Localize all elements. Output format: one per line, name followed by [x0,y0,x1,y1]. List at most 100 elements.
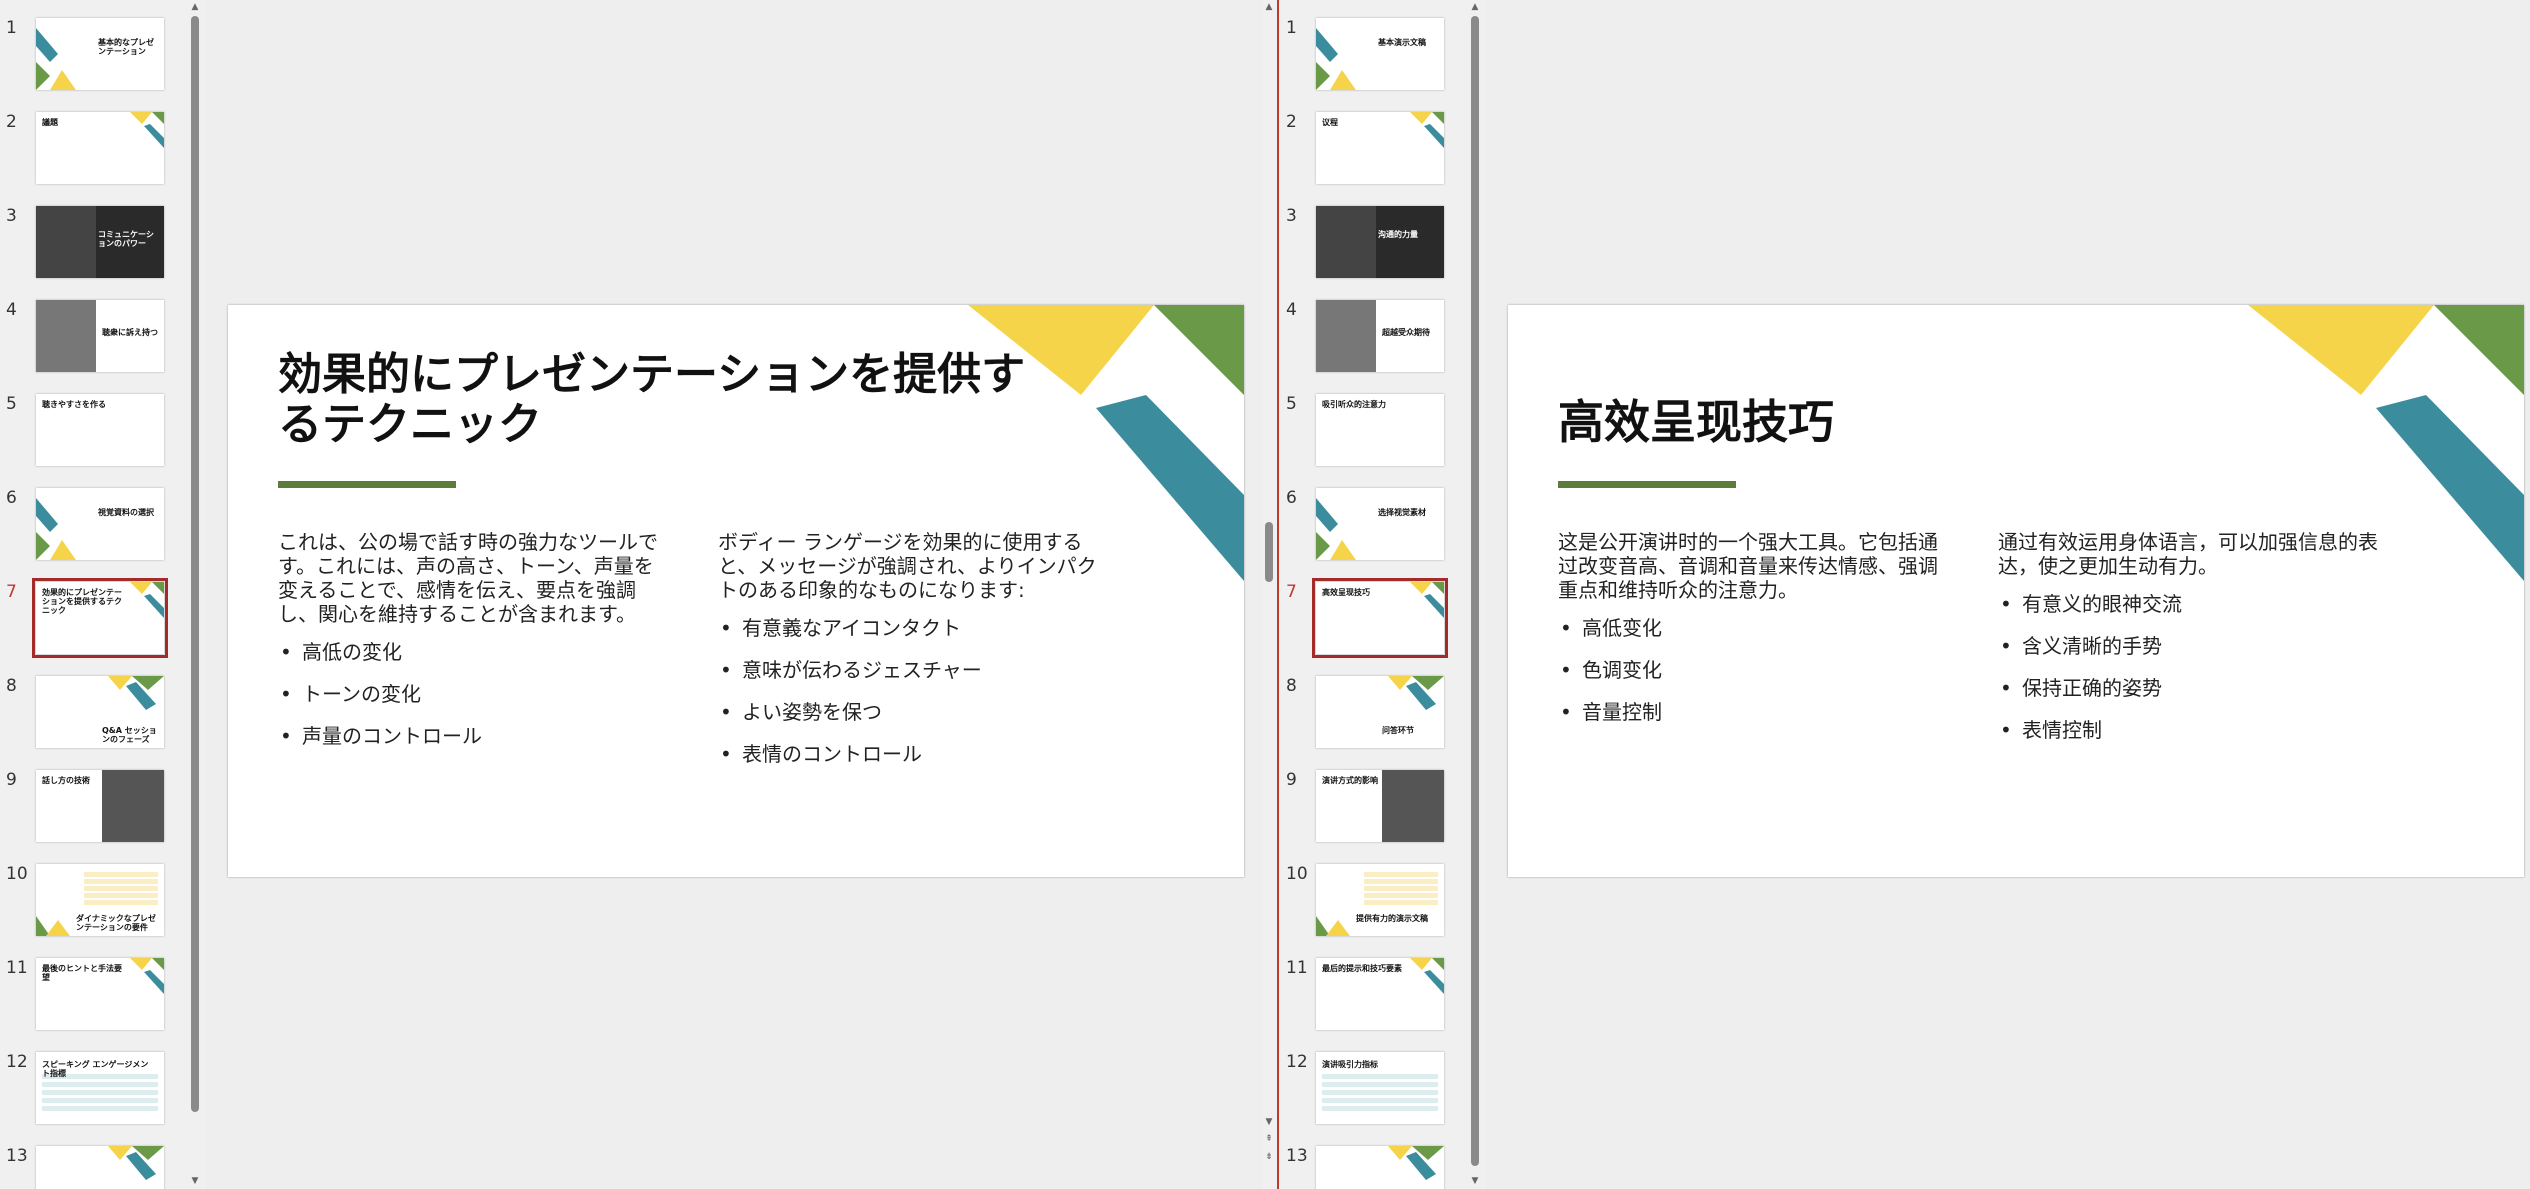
thumbnail-preview[interactable]: ありがとうございました [36,1146,164,1189]
next-slide-icon[interactable]: ⇟ [1262,1150,1276,1164]
slide-thumbnail-13[interactable]: 13 谢谢。 [1280,1146,1470,1189]
slide-thumbnail-6[interactable]: 6 視覚資料の選択 [0,488,190,568]
thumbnail-preview[interactable]: 谢谢。 [1316,1146,1444,1189]
green-triangle [1432,582,1444,594]
thumbnail-preview[interactable]: 議題 [36,112,164,184]
thumbnail-preview[interactable]: 问答环节 [1316,676,1444,748]
slide-thumbnail-4[interactable]: 4 聴衆に訴え持つ [0,300,190,380]
slide-thumbnail-7[interactable]: 7 効果的にプレゼンテーションを提供するテクニック [0,578,190,662]
thumbnail-preview[interactable]: Q&A セッションのフェーズ [36,676,164,748]
slide-thumbnail-3[interactable]: 3 コミュニケーションのパワー [0,206,190,286]
right-column-1[interactable]: 这是公开演讲时的一个强大工具。它包括通过改变音高、音调和音量来传达情感、强调重点… [1558,530,1948,742]
slide-thumbnail-10[interactable]: 10 ダイナミックなプレゼンテーションの要件 [0,864,190,944]
slide-number: 2 [6,112,17,132]
thumbnail-preview[interactable]: 効果的にプレゼンテーションを提供するテクニック [32,578,168,658]
slide-number: 11 [6,958,28,978]
teal-band [1096,395,1244,581]
slide-title[interactable]: 高效呈现技巧 [1558,395,2318,449]
thumbnail-preview[interactable]: 最后的提示和技巧要素 [1316,958,1444,1030]
teal-band [144,594,164,618]
thumbnail-preview[interactable]: 基本演示文稿 [1316,18,1444,90]
thumbnail-preview[interactable]: 基本的なプレゼンテーション [36,18,164,90]
scrollbar-thumb[interactable] [1471,16,1479,1166]
thumbnail-preview[interactable]: 提供有力的演示文稿 [1316,864,1444,936]
slide-thumbnail-8[interactable]: 8 问答环节 [1280,676,1470,756]
slide-thumbnail-2[interactable]: 2 議題 [0,112,190,192]
thumbnail-preview[interactable]: 最後のヒントと手法要望 [36,958,164,1030]
thumbnail-title: 超越受众期待 [1382,328,1430,337]
prev-slide-icon[interactable]: ⇞ [1262,1132,1276,1146]
slide-thumbnail-9[interactable]: 9 演讲方式的影响 [1280,770,1470,850]
scroll-down-icon[interactable]: ▼ [1262,1115,1276,1129]
slide-title[interactable]: 効果的にプレゼンテーションを提供するテクニック [278,350,1038,450]
scroll-up-icon[interactable]: ▲ [1468,0,1482,14]
slide-number: 7 [1286,582,1297,602]
thumbnail-preview[interactable]: 议程 [1316,112,1444,184]
scroll-up-icon[interactable]: ▲ [188,0,202,14]
thumbnail-preview[interactable]: 高效呈现技巧 [1312,578,1448,658]
slide-number: 4 [6,300,17,320]
right-slide-editor: 高效呈现技巧 这是公开演讲时的一个强大工具。它包括通过改变音高、音调和音量来传达… [1486,0,2530,1189]
slide-thumbnail-2[interactable]: 2 议程 [1280,112,1470,192]
thumbnail-preview[interactable]: 聴きやすさを作る [36,394,164,466]
scroll-down-icon[interactable]: ▼ [188,1174,202,1188]
thumbnail-preview[interactable]: 演讲方式的影响 [1316,770,1444,842]
bullet-item: 意味が伝わるジェスチャー [718,658,1108,682]
thumbnail-preview[interactable]: 超越受众期待 [1316,300,1444,372]
slide-thumbnail-4[interactable]: 4 超越受众期待 [1280,300,1470,380]
slide-number: 12 [6,1052,28,1072]
thumbnail-preview[interactable]: コミュニケーションのパワー [36,206,164,278]
yellow-triangle [130,112,152,124]
left-thumbnail-scrollbar[interactable]: ▲ ▼ [188,0,202,1189]
right-column-2[interactable]: 通过有效运用身体语言，可以加强信息的表达，使之更加生动有力。 有意义的眼神交流含… [1998,530,2388,760]
slide-thumbnail-6[interactable]: 6 选择视觉素材 [1280,488,1470,568]
slide-thumbnail-5[interactable]: 5 聴きやすさを作る [0,394,190,474]
slide-thumbnail-3[interactable]: 3 沟通的力量 [1280,206,1470,286]
bullet-item: 有意义的眼神交流 [1998,592,2388,616]
slide-thumbnail-9[interactable]: 9 話し方の技術 [0,770,190,850]
slide-thumbnail-8[interactable]: 8 Q&A セッションのフェーズ [0,676,190,756]
right-thumbnail-scrollbar[interactable]: ▲ ▼ [1468,0,1482,1189]
thumbnail-decoration [36,498,76,560]
slide-thumbnail-1[interactable]: 1 基本的なプレゼンテーション [0,18,190,98]
table-row-placeholder [1364,879,1438,884]
right-thumbnail-panel[interactable]: 1 基本演示文稿 2 议程 3 沟通的力量 4 超越受众期待 5 吸引听众的注意力 6 选择视觉素材 7… [1280,0,1470,1189]
slide-thumbnail-11[interactable]: 11 最後のヒントと手法要望 [0,958,190,1038]
left-thumbnail-panel[interactable]: 1 基本的なプレゼンテーション 2 議題 3 コミュニケーションのパワー 4 聴衆に訴え持つ 5… [0,0,190,1189]
slide-thumbnail-12[interactable]: 12 演讲吸引力指标 [1280,1052,1470,1132]
scrollbar-thumb[interactable] [191,16,199,1112]
thumbnail-preview[interactable]: 視覚資料の選択 [36,488,164,560]
green-triangle [36,62,50,90]
slide-thumbnail-10[interactable]: 10 提供有力的演示文稿 [1280,864,1470,944]
slide-thumbnail-7[interactable]: 7 高效呈现技巧 [1280,578,1470,662]
scrollbar-thumb[interactable] [1265,522,1273,582]
scroll-down-icon[interactable]: ▼ [1468,1174,1482,1188]
thumbnail-preview[interactable]: 聴衆に訴え持つ [36,300,164,372]
pane-divider[interactable] [1277,0,1279,1189]
table-row-placeholder [84,900,158,905]
thumbnail-preview[interactable]: ダイナミックなプレゼンテーションの要件 [36,864,164,936]
slide-thumbnail-13[interactable]: 13 ありがとうございました [0,1146,190,1189]
slide-number: 3 [1286,206,1297,226]
right-slide-canvas[interactable]: 高效呈现技巧 这是公开演讲时的一个强大工具。它包括通过改变音高、音调和音量来传达… [1508,305,2524,877]
green-triangle [152,958,164,970]
left-column-1[interactable]: これは、公の場で話す時の強力なツールです。これには、声の高さ、トーン、声量を変え… [278,530,668,766]
left-column-2[interactable]: ボディー ランゲージを効果的に使用すると、メッセージが強調され、よりインパクトの… [718,530,1108,784]
yellow-triangle [50,540,76,560]
thumbnail-preview[interactable]: 話し方の技術 [36,770,164,842]
scroll-up-icon[interactable]: ▲ [1262,0,1276,14]
thumbnail-title: コミュニケーションのパワー [98,230,154,248]
thumbnail-decoration [1316,28,1356,90]
slide-thumbnail-5[interactable]: 5 吸引听众的注意力 [1280,394,1470,474]
thumbnail-preview[interactable]: 沟通的力量 [1316,206,1444,278]
left-editor-scrollbar[interactable]: ▲ ▼ ⇞ ⇟ [1262,0,1276,1189]
thumbnail-preview[interactable]: 演讲吸引力指标 [1316,1052,1444,1124]
slide-thumbnail-1[interactable]: 1 基本演示文稿 [1280,18,1470,98]
thumbnail-preview[interactable]: 吸引听众的注意力 [1316,394,1444,466]
thumbnail-preview[interactable]: スピーキング エンゲージメント指標 [36,1052,164,1124]
thumbnail-preview[interactable]: 选择视觉素材 [1316,488,1444,560]
slide-thumbnail-12[interactable]: 12 スピーキング エンゲージメント指標 [0,1052,190,1132]
bullet-item: 音量控制 [1558,700,1948,724]
left-slide-canvas[interactable]: 効果的にプレゼンテーションを提供するテクニック これは、公の場で話す時の強力なツ… [228,305,1244,877]
slide-thumbnail-11[interactable]: 11 最后的提示和技巧要素 [1280,958,1470,1038]
